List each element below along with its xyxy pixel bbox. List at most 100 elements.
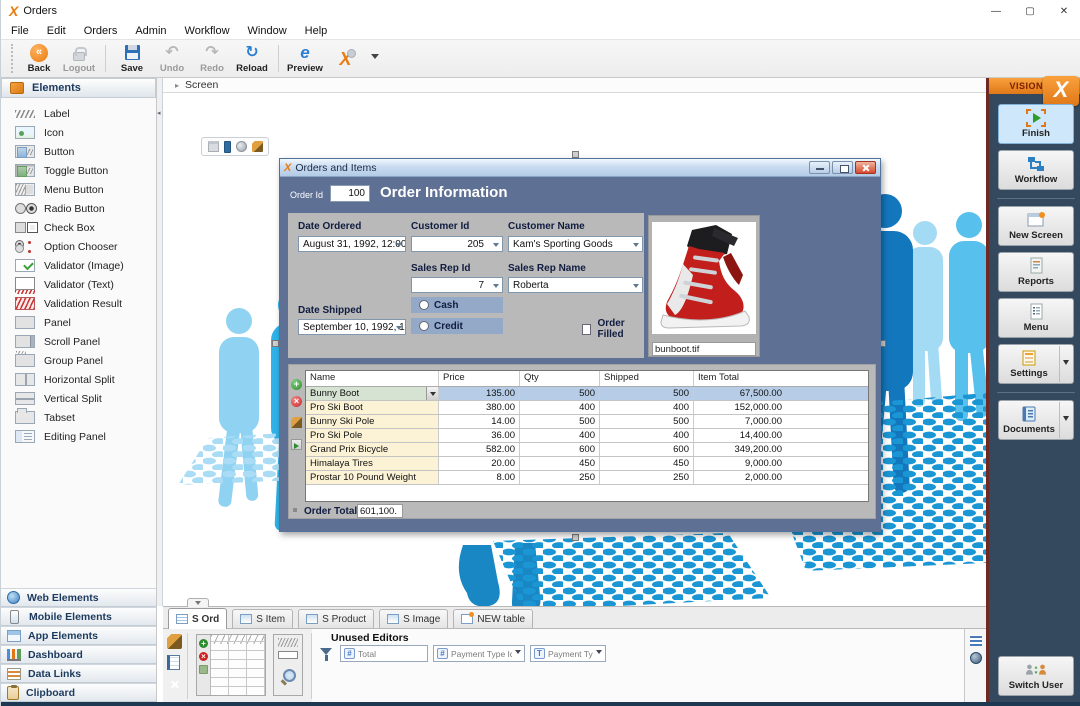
col-item-total[interactable]: Item Total — [694, 371, 868, 386]
sales-rep-id-select[interactable]: 7 — [411, 277, 503, 293]
dialog-minimize-button[interactable] — [809, 161, 830, 174]
cell-item-total[interactable]: 349,200.00 — [694, 443, 868, 456]
customer-id-select[interactable]: 205 — [411, 236, 503, 252]
orders-and-items-dialog[interactable]: X Orders and Items Order Id 100 Order In… — [279, 158, 881, 532]
editor-chip-payment-type[interactable]: T Payment Type — [530, 645, 606, 662]
palette-item-check-box[interactable]: Check Box — [1, 218, 156, 237]
chevron-down-icon[interactable] — [515, 650, 521, 657]
cell-qty[interactable]: 400 — [520, 401, 600, 414]
panel-collapse-button[interactable] — [187, 598, 209, 607]
cell-shipped[interactable]: 500 — [600, 387, 694, 400]
palette-item-validator-image[interactable]: Validator (Image) — [1, 256, 156, 275]
window-close-button[interactable]: ✕ — [1047, 0, 1080, 22]
palette-item-panel[interactable]: Panel — [1, 313, 156, 332]
table-row[interactable]: Pro Ski Pole 36.00 400 400 14,400.00 — [306, 429, 868, 443]
cell-item-total[interactable]: 7,000.00 — [694, 415, 868, 428]
web-view-icon[interactable] — [970, 652, 982, 664]
palette-item-toggle-button[interactable]: Toggle Button — [1, 161, 156, 180]
reload-button[interactable]: ↻ Reload — [232, 40, 272, 77]
cell-price[interactable]: 8.00 — [439, 471, 520, 484]
switch-user-button[interactable]: Switch User — [998, 656, 1074, 696]
cell-qty[interactable]: 500 — [520, 387, 600, 400]
image-caption-field[interactable]: bunboot.tif — [652, 342, 756, 356]
toolbar-dropdown-icon[interactable] — [371, 54, 379, 63]
sidebar-section-dashboard[interactable]: Dashboard — [1, 645, 156, 664]
cell-shipped[interactable]: 400 — [600, 429, 694, 442]
documents-button[interactable]: Documents — [998, 400, 1074, 440]
col-shipped[interactable]: Shipped — [600, 371, 694, 386]
sidebar-section-data-links[interactable]: Data Links — [1, 664, 156, 683]
tab-s-image[interactable]: S Image — [379, 609, 448, 628]
notes-icon[interactable] — [167, 655, 180, 670]
date-shipped-select[interactable]: September 10, 1992, 1 — [298, 319, 406, 335]
palette-item-scroll-panel[interactable]: Scroll Panel — [1, 332, 156, 351]
design-canvas[interactable]: ▸ Screen — [163, 78, 986, 606]
web-preview-icon[interactable] — [236, 141, 247, 152]
menu-admin[interactable]: Admin — [135, 25, 166, 37]
xpa-logo-button[interactable]: X — [325, 40, 365, 77]
cell-qty[interactable]: 500 — [520, 415, 600, 428]
cell-qty[interactable]: 600 — [520, 443, 600, 456]
menu-orders[interactable]: Orders — [84, 25, 118, 37]
save-button[interactable]: Save — [112, 40, 152, 77]
table-row[interactable]: Himalaya Tires 20.00 450 450 9,000.00 — [306, 457, 868, 471]
palette-item-label[interactable]: Label — [1, 104, 156, 123]
edit-pencil-icon[interactable] — [167, 634, 182, 649]
cell-shipped[interactable]: 400 — [600, 401, 694, 414]
desktop-icon[interactable] — [208, 141, 219, 152]
cell-shipped[interactable]: 450 — [600, 457, 694, 470]
table-row[interactable]: Grand Prix Bicycle 582.00 600 600 349,20… — [306, 443, 868, 457]
cell-qty[interactable]: 450 — [520, 457, 600, 470]
credit-radio[interactable] — [419, 321, 429, 331]
editor-chip-payment-type-id[interactable]: # Payment Type Id — [433, 645, 525, 662]
cell-shipped[interactable]: 600 — [600, 443, 694, 456]
cell-name[interactable]: Prostar 10 Pound Weight — [306, 471, 439, 484]
palette-item-tabset[interactable]: Tabset — [1, 408, 156, 427]
menu-workflow[interactable]: Workflow — [185, 25, 230, 37]
selection-handle-top[interactable] — [572, 151, 579, 158]
undo-button[interactable]: ↶ Undo — [152, 40, 192, 77]
documents-dropdown-arrow[interactable] — [1059, 402, 1072, 438]
add-icon[interactable]: + — [199, 639, 208, 648]
edit-icon[interactable] — [252, 141, 263, 152]
table-row[interactable]: Prostar 10 Pound Weight 8.00 250 250 2,0… — [306, 471, 868, 485]
grid-view-icon[interactable] — [970, 635, 982, 646]
menu-screen-button[interactable]: Menu — [998, 298, 1074, 338]
palette-header[interactable]: Elements — [1, 78, 156, 98]
table-layout-thumbnail[interactable]: + × — [196, 634, 266, 696]
sidebar-section-app-elements[interactable]: App Elements — [1, 626, 156, 645]
table-row[interactable]: Pro Ski Boot 380.00 400 400 152,000.00 — [306, 401, 868, 415]
cell-price[interactable]: 14.00 — [439, 415, 520, 428]
payment-cash-option[interactable]: Cash — [411, 297, 503, 313]
menu-edit[interactable]: Edit — [47, 25, 66, 37]
order-items-table[interactable]: Name Price Qty Shipped Item Total Bunny … — [305, 370, 869, 502]
mobile-preview-icon[interactable] — [224, 141, 231, 153]
settings-button[interactable]: Settings — [998, 344, 1074, 384]
palette-item-validation-result[interactable]: Validation Result — [1, 294, 156, 313]
selection-handle-left[interactable] — [272, 340, 279, 347]
dialog-maximize-button[interactable] — [832, 161, 853, 174]
tab-s-item[interactable]: S Item — [232, 609, 293, 628]
cell-item-total[interactable]: 14,400.00 — [694, 429, 868, 442]
cell-shipped[interactable]: 250 — [600, 471, 694, 484]
palette-item-vertical-split[interactable]: Vertical Split — [1, 389, 156, 408]
chevron-down-icon[interactable] — [596, 650, 602, 657]
sidebar-section-mobile-elements[interactable]: Mobile Elements — [1, 607, 156, 626]
edit-row-icon[interactable] — [291, 417, 302, 428]
finish-button[interactable]: Finish — [998, 104, 1074, 144]
tab-s-product[interactable]: S Product — [298, 609, 374, 628]
cell-item-total[interactable]: 2,000.00 — [694, 471, 868, 484]
cell-item-total[interactable]: 67,500.00 — [694, 387, 868, 400]
table-row[interactable]: Bunny Ski Pole 14.00 500 500 7,000.00 — [306, 415, 868, 429]
sales-rep-name-select[interactable]: Roberta — [508, 277, 643, 293]
cell-name[interactable]: Himalaya Tires — [306, 457, 439, 470]
cell-item-total[interactable]: 152,000.00 — [694, 401, 868, 414]
palette-item-group-panel[interactable]: Group Panel — [1, 351, 156, 370]
palette-item-radio-button[interactable]: Radio Button — [1, 199, 156, 218]
import-row-icon[interactable] — [291, 439, 302, 450]
preview-button[interactable]: e Preview — [285, 40, 325, 77]
col-qty[interactable]: Qty — [520, 371, 600, 386]
delete-row-icon[interactable]: × — [291, 396, 302, 407]
cash-radio[interactable] — [419, 300, 429, 310]
customer-name-select[interactable]: Kam's Sporting Goods — [508, 236, 643, 252]
